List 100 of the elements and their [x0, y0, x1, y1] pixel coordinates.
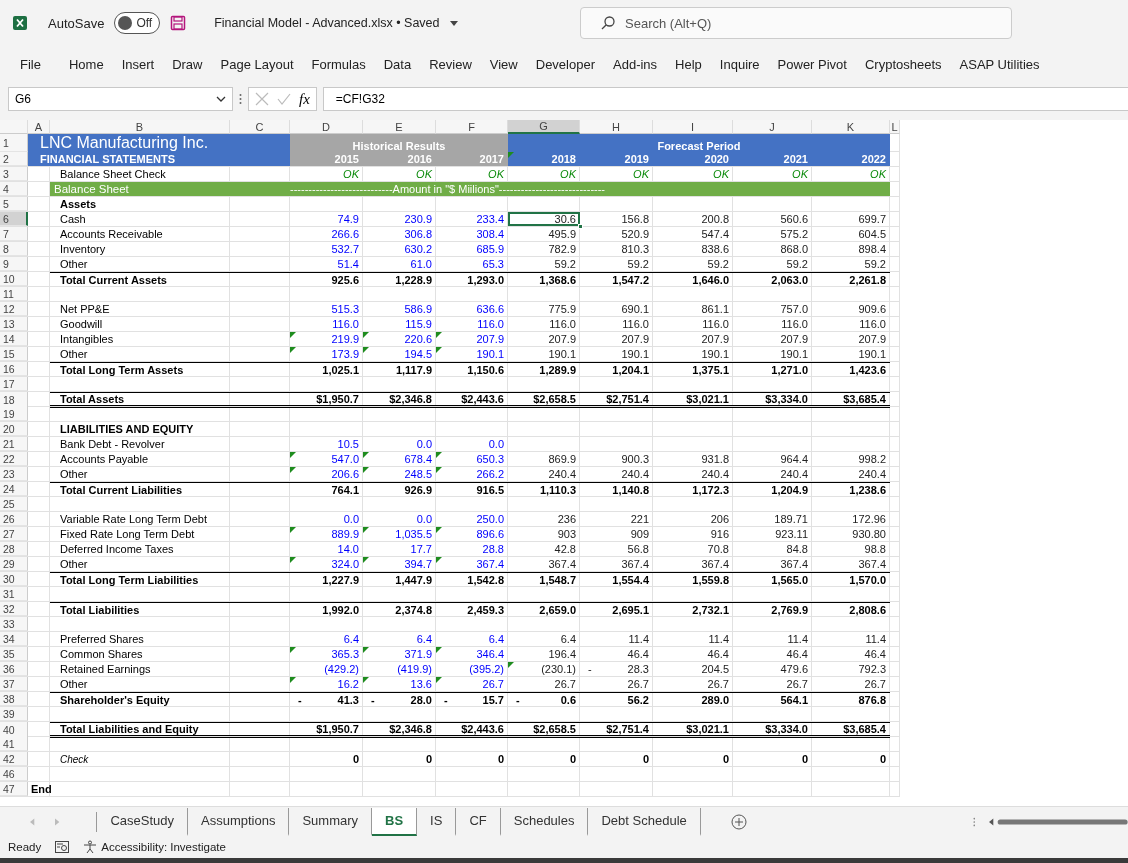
- row-number: 37: [0, 677, 28, 691]
- table-cell-text: 59.2: [553, 257, 577, 271]
- sheet-tab[interactable]: Schedules: [500, 807, 589, 836]
- save-icon[interactable]: [170, 15, 187, 31]
- ribbon-tab[interactable]: Help: [666, 49, 711, 79]
- year-header: 2019: [624, 153, 649, 165]
- table-cell-text: 17.7: [409, 542, 433, 556]
- column-header[interactable]: J: [733, 120, 812, 134]
- fill-handle[interactable]: [578, 224, 583, 229]
- table-cell-text: 59.2: [706, 257, 730, 271]
- ribbon-tab[interactable]: Power Pivot: [768, 49, 856, 79]
- row-number: 13: [0, 317, 28, 331]
- caret-icon[interactable]: [449, 20, 458, 26]
- column-header[interactable]: E: [363, 120, 436, 134]
- table-cell-text: 495.9: [547, 227, 577, 241]
- table-cell-text: 11.4: [707, 632, 730, 646]
- row-label: Accounts Payable: [59, 452, 150, 466]
- ribbon-tab[interactable]: View: [480, 49, 527, 79]
- ribbon-tab[interactable]: ASAP Utilities: [950, 49, 1049, 79]
- row-number: 17: [0, 377, 28, 391]
- table-cell-text: 0.0: [415, 437, 433, 451]
- row-number: 21: [0, 437, 28, 451]
- sheet-tab[interactable]: Assumptions: [188, 807, 290, 836]
- table-cell: - 0.6: [508, 692, 580, 706]
- table-cell-text: 0: [351, 752, 360, 766]
- accessibility-icon[interactable]: [83, 840, 98, 854]
- ribbon-tab[interactable]: Inquire: [710, 49, 769, 79]
- autosave-toggle[interactable]: Off: [114, 12, 161, 34]
- column-header[interactable]: I: [653, 120, 733, 134]
- row-number: 3: [0, 167, 28, 181]
- ribbon-tab[interactable]: Draw: [163, 49, 212, 79]
- table-cell: 678.4: [363, 452, 436, 466]
- more-icon[interactable]: [972, 815, 976, 828]
- table-cell-text: 207.9: [620, 332, 650, 346]
- table-cell-text: 207.9: [857, 332, 887, 346]
- table-cell-text: 51.4: [336, 257, 360, 271]
- chevron-down-icon[interactable]: [216, 96, 226, 102]
- column-header[interactable]: A: [28, 120, 50, 134]
- table-cell-text: 0: [641, 752, 650, 766]
- row-number: 30: [0, 572, 28, 586]
- table-cell: 2,695.1: [580, 602, 653, 616]
- table-cell-text: 367.4: [547, 557, 577, 571]
- table-cell-text: 59.2: [626, 257, 650, 271]
- ribbon-tab[interactable]: Home: [59, 49, 113, 79]
- ribbon-tab[interactable]: Page Layout: [211, 49, 303, 79]
- column-header[interactable]: C: [230, 120, 290, 134]
- table-cell: 173.9: [290, 347, 363, 361]
- insert-function-button[interactable]: fx: [299, 90, 310, 108]
- table-cell: 346.4: [436, 647, 508, 661]
- ribbon-tab[interactable]: File: [20, 49, 50, 79]
- table-cell-text: 0: [424, 752, 433, 766]
- row-label: Goodwill: [59, 317, 104, 331]
- table-cell: 190.1: [436, 347, 508, 361]
- table-cell: 26.7: [436, 677, 508, 691]
- ribbon-tab[interactable]: Cryptosheets: [855, 49, 951, 79]
- table-cell-text: 868.0: [779, 242, 809, 256]
- add-sheet-button[interactable]: [730, 813, 747, 830]
- ribbon-tab[interactable]: Data: [374, 49, 421, 79]
- year-header: 2016: [407, 153, 432, 165]
- column-header[interactable]: H: [580, 120, 653, 134]
- table-cell-text: 65.3: [481, 257, 505, 271]
- check-icon[interactable]: [277, 93, 291, 105]
- ribbon-tab[interactable]: Formulas: [302, 49, 375, 79]
- column-header[interactable]: F: [436, 120, 508, 134]
- page-view-icon[interactable]: [55, 841, 70, 853]
- row-number: 35: [0, 647, 28, 661]
- table-cell: 1,172.3: [653, 482, 733, 496]
- more-icon[interactable]: [239, 93, 242, 105]
- row-number: 9: [0, 257, 28, 271]
- column-header[interactable]: G: [508, 120, 580, 134]
- sheet-tab[interactable]: Debt Schedule: [588, 807, 701, 836]
- column-header[interactable]: B: [50, 120, 230, 134]
- column-header[interactable]: D: [290, 120, 363, 134]
- accessibility-status[interactable]: Accessibility: Investigate: [101, 841, 226, 853]
- table-cell-text: 604.5: [857, 227, 887, 241]
- table-cell-text: 699.7: [857, 212, 887, 226]
- column-header[interactable]: L: [890, 120, 900, 134]
- ribbon-tab[interactable]: Insert: [112, 49, 164, 79]
- table-cell-text: OK: [487, 167, 505, 181]
- row-number: 40: [0, 722, 28, 738]
- sheet-tab[interactable]: BS: [372, 807, 418, 836]
- sheet-tab[interactable]: IS: [417, 807, 457, 836]
- table-cell-text: 515.3: [330, 302, 360, 316]
- ribbon-tab[interactable]: Add-ins: [604, 49, 667, 79]
- formula-field[interactable]: =CF!G32: [322, 87, 1128, 111]
- table-cell: 926.9: [363, 482, 436, 496]
- search-field[interactable]: Search (Alt+Q): [580, 7, 1012, 39]
- table-cell: 764.1: [290, 482, 363, 496]
- horizontal-scrollbar[interactable]: [989, 816, 1128, 827]
- table-cell: 1,204.9: [733, 482, 812, 496]
- ribbon-tab[interactable]: Review: [420, 49, 481, 79]
- name-box[interactable]: G6: [8, 87, 233, 111]
- table-cell-text: 14.0: [336, 542, 360, 556]
- table-cell: 219.9: [290, 332, 363, 346]
- row-number: 41: [0, 737, 28, 751]
- table-cell-text: (429.2): [323, 662, 360, 676]
- sheet-tab[interactable]: CF: [456, 807, 501, 836]
- column-header[interactable]: K: [812, 120, 890, 134]
- ribbon-tab[interactable]: Developer: [526, 49, 604, 79]
- sheet-tab[interactable]: CaseStudy: [97, 807, 188, 836]
